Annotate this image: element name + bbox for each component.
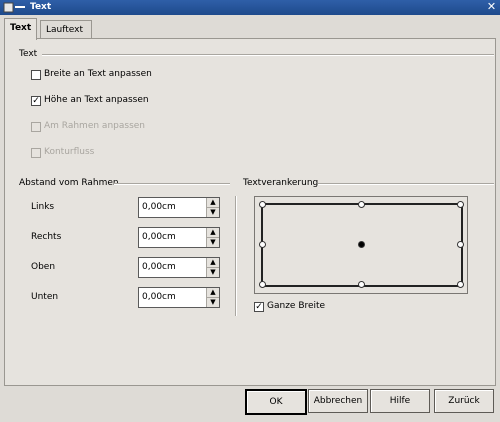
checkbox-contour-box — [31, 148, 41, 158]
anchor-group-separator — [318, 183, 494, 185]
spin-oben-down-icon[interactable]: ▼ — [207, 267, 219, 277]
checkbox-fit-width-label: Breite an Text anpassen — [44, 69, 152, 79]
reset-button[interactable]: Zurück — [434, 389, 494, 413]
label-rechts: Rechts — [31, 232, 62, 242]
text-group-title: Text — [19, 49, 38, 59]
anchor-bottom-left[interactable] — [259, 281, 266, 288]
anchor-group-title: Textverankerung — [243, 178, 319, 188]
title-bar: Text ✕ — [0, 0, 500, 15]
ok-button[interactable]: OK — [245, 389, 307, 415]
spin-unten-value[interactable]: 0,00cm — [142, 292, 176, 302]
anchor-middle-right[interactable] — [457, 241, 464, 248]
checkbox-contour-label: Konturfluss — [44, 147, 95, 157]
anchor-middle-left[interactable] — [259, 241, 266, 248]
anchor-bottom-right[interactable] — [457, 281, 464, 288]
button-separator — [4, 385, 494, 386]
anchor-top-left[interactable] — [259, 201, 266, 208]
checkbox-fit-width-box[interactable] — [31, 70, 41, 80]
label-unten: Unten — [31, 292, 59, 302]
checkbox-fit-frame-label: Am Rahmen anpassen — [44, 121, 145, 131]
help-button[interactable]: Hilfe — [370, 389, 430, 413]
app-icon — [3, 2, 25, 13]
anchor-bottom-center[interactable] — [358, 281, 365, 288]
label-oben: Oben — [31, 262, 56, 272]
spacing-group-separator — [114, 183, 230, 185]
label-links: Links — [31, 202, 55, 212]
checkbox-full-width-label: Ganze Breite — [267, 301, 326, 311]
spin-rechts-value[interactable]: 0,00cm — [142, 232, 176, 242]
anchor-top-right[interactable] — [457, 201, 464, 208]
spin-unten-up-icon[interactable]: ▲ — [207, 288, 219, 297]
checkbox-full-width-box[interactable]: ✓ — [254, 302, 264, 312]
spin-links-down-icon[interactable]: ▼ — [207, 207, 219, 217]
window-title: Text — [30, 2, 52, 12]
text-group-separator — [42, 54, 494, 56]
spin-links[interactable]: 0,00cm ▲ ▼ — [138, 197, 220, 218]
spin-rechts-up-icon[interactable]: ▲ — [207, 228, 219, 237]
anchor-selector[interactable] — [254, 196, 468, 294]
spin-rechts[interactable]: 0,00cm ▲ ▼ — [138, 227, 220, 248]
tab-text[interactable]: Text — [4, 18, 38, 40]
anchor-center[interactable] — [358, 241, 365, 248]
cancel-button[interactable]: Abbrechen — [308, 389, 368, 413]
spin-oben-value[interactable]: 0,00cm — [142, 262, 176, 272]
close-icon[interactable]: ✕ — [486, 1, 497, 13]
spin-oben-up-icon[interactable]: ▲ — [207, 258, 219, 267]
checkbox-fit-height-box[interactable]: ✓ — [31, 96, 41, 106]
spin-unten-down-icon[interactable]: ▼ — [207, 297, 219, 307]
spacing-group-title: Abstand vom Rahmen — [19, 178, 119, 188]
tab-lauftext[interactable]: Lauftext — [40, 20, 92, 39]
anchor-top-center[interactable] — [358, 201, 365, 208]
spin-oben[interactable]: 0,00cm ▲ ▼ — [138, 257, 220, 278]
checkbox-fit-height-label: Höhe an Text anpassen — [44, 95, 149, 105]
spin-links-value[interactable]: 0,00cm — [142, 202, 176, 212]
spin-links-up-icon[interactable]: ▲ — [207, 198, 219, 207]
checkbox-fit-frame-box — [31, 122, 41, 132]
spin-unten[interactable]: 0,00cm ▲ ▼ — [138, 287, 220, 308]
group-divider — [235, 196, 237, 316]
spin-rechts-down-icon[interactable]: ▼ — [207, 237, 219, 247]
